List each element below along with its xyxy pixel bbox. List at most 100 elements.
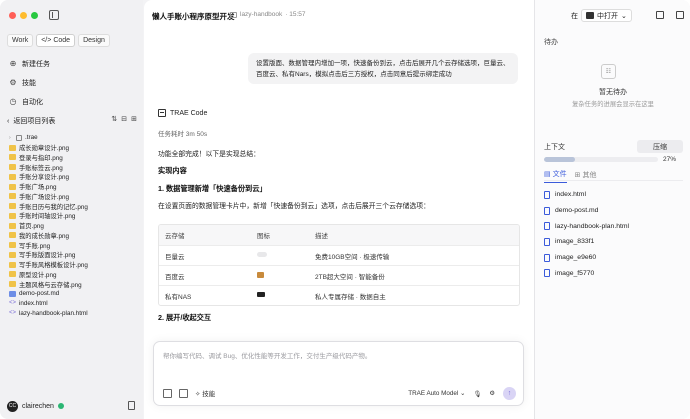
- mode-design-button[interactable]: Design: [78, 34, 110, 47]
- tree-item[interactable]: 手账广场.png: [9, 182, 139, 192]
- sidebar-item-new-task[interactable]: ⊕ 新建任务: [7, 54, 137, 73]
- tree-item[interactable]: 手账时间轴设计.png: [9, 211, 139, 221]
- tree-item[interactable]: 手账广场设计.png: [9, 192, 139, 202]
- mode-work-button[interactable]: Work: [7, 34, 34, 47]
- avatar: CC: [7, 400, 18, 412]
- tree-tools: ⇅ ⊟ ⊞: [111, 115, 137, 123]
- section-1-body: 在设置页面的数据管理卡片中，新增「快速备份到云」选项，点击后展开三个云存储选项：: [158, 203, 430, 210]
- context-heading: 上下文: [544, 144, 565, 151]
- arrow-up-icon: ↑: [507, 390, 512, 397]
- composer-input[interactable]: 帮你编写代码、调试 Bug、优化性能等开发工作，交付生产级代码产物。: [163, 350, 371, 360]
- skill-button[interactable]: ✧ 技能: [195, 388, 215, 398]
- tree-item[interactable]: 原型设计.png: [9, 270, 139, 280]
- panel-layout-icon[interactable]: [676, 11, 684, 19]
- folder-icon: [16, 134, 22, 141]
- tree-item[interactable]: 首页.png: [9, 221, 139, 231]
- sidebar-item-automation[interactable]: ◷ 自动化: [7, 92, 137, 111]
- tree-item[interactable]: 写手账.png: [9, 240, 139, 250]
- todo-empty-title: 暂无待办: [599, 89, 627, 96]
- table-row: 巨量云 免费10GB空间 · 极速传输: [159, 245, 519, 265]
- task-elapsed[interactable]: 任务耗时 3m 50s: [158, 128, 207, 138]
- tree-item[interactable]: 手账标签云.png: [9, 162, 139, 172]
- breadcrumb-time: · 15:57: [285, 11, 306, 18]
- tree-item[interactable]: <> lazy-handbook-plan.html: [9, 309, 139, 319]
- chevron-down-icon: ⌄: [621, 12, 627, 20]
- list-item[interactable]: lazy-handbook-plan.html: [544, 218, 683, 234]
- list-item[interactable]: image_833f1: [544, 234, 683, 250]
- tabs-divider: [544, 180, 683, 181]
- panel-tools: [656, 11, 684, 19]
- image-file-icon: [9, 271, 16, 278]
- tree-item[interactable]: demo-post.md: [9, 289, 139, 299]
- clock-icon: ◷: [9, 97, 17, 106]
- terminal-icon[interactable]: [656, 11, 664, 19]
- tree-item[interactable]: 我的成长勋章.png: [9, 231, 139, 241]
- tree-item[interactable]: 主题风格与云存储.png: [9, 279, 139, 289]
- chevron-right-icon[interactable]: ›: [9, 135, 13, 141]
- sidebar-toggle-icon[interactable]: [49, 10, 59, 20]
- tree-item-label: demo-post.md: [19, 290, 60, 298]
- open-in-button[interactable]: 中打开 ⌄: [581, 9, 632, 22]
- context-usage-percent: 27%: [663, 156, 677, 163]
- send-button[interactable]: ↑: [503, 387, 516, 400]
- trae-logo-icon: [158, 109, 166, 117]
- page-title: 懒人手账小程序原型开发: [152, 12, 235, 21]
- collapse-icon[interactable]: ⊟: [121, 115, 127, 123]
- tree-item[interactable]: 手账分享设计.png: [9, 172, 139, 182]
- file-icon: [544, 237, 550, 246]
- composer[interactable]: 帮你编写代码、调试 Bug、优化性能等开发工作，交付生产级代码产物。 ✧ 技能 …: [153, 341, 524, 406]
- grid-icon: ⊞: [574, 171, 581, 179]
- image-file-icon: [9, 212, 16, 219]
- tree-item[interactable]: 手账日历与我的记忆.png: [9, 201, 139, 211]
- image-file-icon: [9, 203, 16, 210]
- maximize-window-button[interactable]: [31, 12, 38, 19]
- image-icon[interactable]: [179, 388, 188, 398]
- file-icon: [544, 269, 550, 278]
- mode-code-button[interactable]: </> Code: [36, 34, 76, 47]
- tree-item[interactable]: 写手账风格模板设计.png: [9, 260, 139, 270]
- composer-tools: ✧ 技能: [163, 388, 215, 398]
- tree-item[interactable]: <> index.html: [9, 299, 139, 309]
- settings-icon[interactable]: ⚙: [489, 390, 495, 397]
- close-window-button[interactable]: [9, 12, 16, 19]
- list-item[interactable]: image_f5770: [544, 265, 683, 281]
- cloud-options-table: 云存储 图标 描述 巨量云 免费10GB空间 · 极速传输 百度云 2TB超大空…: [158, 224, 520, 306]
- agent-name: TRAE Code: [170, 109, 208, 117]
- markdown-file-icon: [9, 290, 16, 297]
- list-item[interactable]: image_e9e60: [544, 250, 683, 266]
- tree-item[interactable]: › .trae: [9, 133, 139, 143]
- device-icon[interactable]: [128, 401, 135, 410]
- code-icon: </>: [41, 37, 52, 44]
- image-file-icon: [9, 281, 16, 288]
- response-intro: 功能全部完成！以下是实现总结：: [158, 151, 260, 158]
- box-icon: [257, 271, 264, 278]
- tree-item-label: lazy-handbook-plan.html: [19, 309, 88, 317]
- sidebar-item-skills[interactable]: ⚙ 技能: [7, 73, 137, 92]
- heading-section-2: 2. 展开/收起交互: [158, 313, 212, 322]
- back-to-projects[interactable]: ‹ 返回项目列表 ⇅ ⊟ ⊞: [7, 115, 137, 127]
- file-icon: [544, 190, 550, 199]
- tree-item[interactable]: 成长勋章设计.png: [9, 143, 139, 153]
- sort-icon[interactable]: ⇅: [111, 115, 117, 123]
- user-profile[interactable]: CC clairechen: [7, 400, 137, 412]
- list-item[interactable]: index.html: [544, 187, 683, 203]
- tree-item-label: 登录与指印.png: [19, 154, 63, 162]
- attach-icon[interactable]: [163, 388, 172, 398]
- tree-item-label: 我的成长勋章.png: [19, 232, 70, 240]
- minimize-window-button[interactable]: [20, 12, 27, 19]
- tree-item-label: 手账广场.png: [19, 184, 57, 192]
- model-select[interactable]: TRAE Auto Model ⌄: [408, 390, 465, 397]
- breadcrumb: lazy-handbook · 15:57: [230, 11, 306, 18]
- image-file-icon: [9, 154, 16, 161]
- compress-button[interactable]: 压缩: [637, 140, 683, 153]
- tree-item[interactable]: 登录与指印.png: [9, 153, 139, 163]
- tree-item-label: 手账分享设计.png: [19, 174, 70, 182]
- new-file-icon[interactable]: ⊞: [131, 115, 137, 123]
- breadcrumb-folder[interactable]: lazy-handbook: [240, 11, 282, 18]
- list-item[interactable]: demo-post.md: [544, 203, 683, 219]
- microphone-icon[interactable]: 🎙: [473, 390, 481, 398]
- computer-icon: [257, 292, 265, 297]
- right-panel: 在 中打开 ⌄ 待办 ☷ 暂无待办 复杂任务的进展会显示在这里 上下文 压缩 2…: [534, 0, 690, 419]
- tree-item[interactable]: 写手账版面设计.png: [9, 250, 139, 260]
- composer-actions: TRAE Auto Model ⌄ 🎙 ⚙ ↑: [408, 387, 516, 400]
